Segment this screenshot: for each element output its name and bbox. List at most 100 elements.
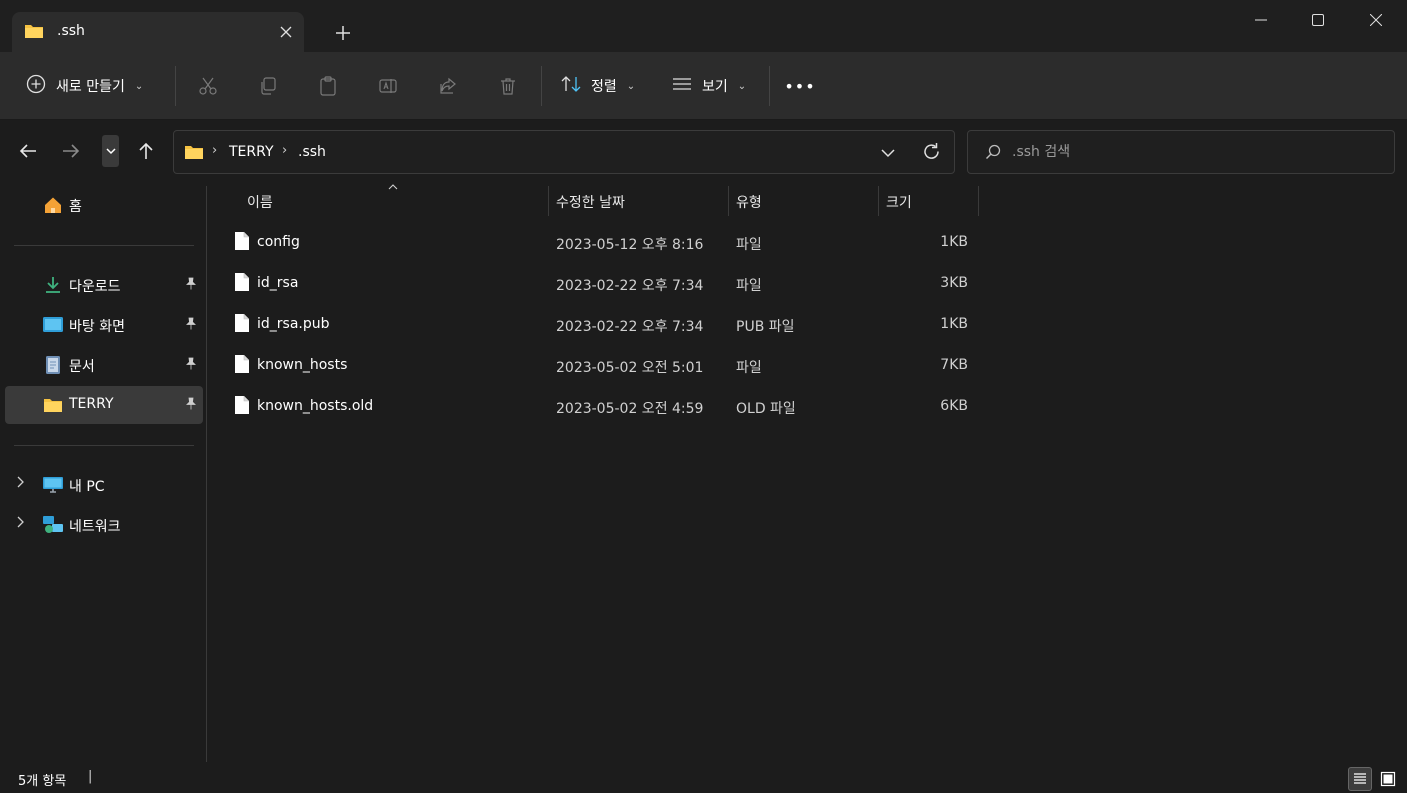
divider [14, 445, 194, 446]
copy-icon[interactable] [250, 70, 286, 102]
back-arrow-icon[interactable] [13, 136, 43, 166]
breadcrumb-chevron-icon[interactable]: › [212, 143, 217, 158]
file-icon [234, 354, 250, 378]
view-button[interactable]: 보기 ⌄ [666, 70, 752, 102]
divider [541, 66, 542, 106]
address-dropdown-icon[interactable] [881, 146, 895, 162]
column-divider[interactable] [878, 186, 879, 216]
details-view-button[interactable] [1348, 767, 1372, 791]
plus-circle-icon [26, 74, 46, 98]
rename-icon[interactable] [370, 70, 406, 102]
close-icon[interactable] [274, 20, 298, 44]
new-tab-button[interactable] [330, 20, 356, 46]
file-type: 파일 [736, 360, 762, 376]
view-label: 보기 [702, 79, 728, 95]
sidebar-item-label: 내 PC [69, 479, 105, 495]
divider [14, 245, 194, 246]
file-row[interactable]: known_hosts.old 2023-05-02 오전 4:59 OLD 파… [216, 387, 986, 428]
tab-title: .ssh [57, 23, 85, 39]
chevron-right-icon[interactable] [17, 476, 25, 491]
chevron-right-icon[interactable] [17, 516, 25, 531]
column-divider[interactable] [978, 186, 979, 216]
search-box[interactable] [967, 130, 1395, 174]
file-date: 2023-02-22 오후 7:34 [556, 319, 704, 335]
item-count: 5개 항목 [18, 774, 67, 789]
file-date: 2023-05-12 오후 8:16 [556, 237, 704, 253]
file-type: PUB 파일 [736, 319, 795, 335]
breadcrumb-chevron-icon[interactable]: › [282, 143, 287, 158]
share-icon[interactable] [430, 70, 466, 102]
minimize-button[interactable] [1241, 6, 1281, 34]
delete-icon[interactable] [490, 70, 526, 102]
network-icon [43, 516, 63, 534]
column-header-type[interactable]: 유형 [736, 192, 762, 226]
sidebar-item-terry[interactable]: TERRY [5, 386, 203, 424]
column-header-size[interactable]: 크기 [886, 192, 912, 226]
column-header-date[interactable]: 수정한 날짜 [556, 192, 625, 226]
file-row[interactable]: config 2023-05-12 오후 8:16 파일 1KB [216, 223, 986, 264]
file-row[interactable]: id_rsa.pub 2023-02-22 오후 7:34 PUB 파일 1KB [216, 305, 986, 346]
file-size: 1KB [940, 234, 968, 250]
large-icons-view-button[interactable] [1376, 767, 1400, 791]
desktop-icon [43, 316, 63, 334]
sidebar-item-this-pc[interactable]: 내 PC [5, 466, 203, 504]
up-arrow-icon[interactable] [131, 136, 161, 166]
document-icon [43, 356, 63, 374]
pin-icon[interactable] [185, 277, 197, 293]
file-type: 파일 [736, 237, 762, 253]
pin-icon[interactable] [185, 357, 197, 373]
cut-icon[interactable] [190, 70, 226, 102]
sort-button[interactable]: 정렬 ⌄ [555, 70, 641, 102]
search-input[interactable] [1012, 131, 1382, 173]
file-size: 7KB [940, 357, 968, 373]
maximize-button[interactable] [1298, 6, 1338, 34]
sidebar-item-downloads[interactable]: 다운로드 [5, 266, 203, 304]
home-icon [43, 196, 63, 214]
address-row: › TERRY › .ssh [0, 120, 1407, 184]
navigation-pane: 홈 다운로드 바탕 화면 문서 TERRY 내 PC 네트워크 [0, 184, 206, 764]
folder-icon [24, 23, 44, 43]
file-row[interactable]: known_hosts 2023-05-02 오전 5:01 파일 7KB [216, 346, 986, 387]
close-window-button[interactable] [1356, 6, 1396, 34]
status-separator: | [88, 769, 93, 784]
folder-icon [43, 396, 63, 414]
sidebar-item-home[interactable]: 홈 [5, 186, 203, 224]
address-bar[interactable]: › TERRY › .ssh [173, 130, 955, 174]
column-header-name[interactable]: 이름 [247, 192, 273, 226]
pin-icon[interactable] [185, 397, 197, 413]
breadcrumb-ssh[interactable]: .ssh [298, 144, 326, 160]
pin-icon[interactable] [185, 317, 197, 333]
forward-arrow-icon[interactable] [56, 136, 86, 166]
breadcrumb-terry[interactable]: TERRY [229, 144, 274, 160]
file-name: known_hosts.old [257, 398, 374, 414]
more-options-icon[interactable]: ••• [782, 70, 818, 102]
chevron-down-icon: ⌄ [134, 80, 144, 92]
column-divider[interactable] [728, 186, 729, 216]
file-row[interactable]: id_rsa 2023-02-22 오후 7:34 파일 3KB [216, 264, 986, 305]
sidebar-item-desktop[interactable]: 바탕 화면 [5, 306, 203, 344]
sidebar-item-label: 홈 [69, 199, 82, 215]
new-button[interactable]: 새로 만들기 ⌄ [18, 68, 151, 104]
sidebar-item-label: 문서 [69, 359, 95, 375]
column-divider[interactable] [548, 186, 549, 216]
file-icon [234, 395, 250, 419]
sidebar-item-network[interactable]: 네트워크 [5, 506, 203, 544]
refresh-icon[interactable] [922, 142, 941, 165]
sort-icon [561, 75, 581, 97]
file-name: known_hosts [257, 357, 348, 373]
recent-locations-button[interactable] [102, 135, 119, 167]
sidebar-item-label: 다운로드 [69, 279, 121, 295]
chevron-down-icon: ⌄ [626, 80, 636, 92]
file-size: 6KB [940, 398, 968, 414]
tab-ssh[interactable]: .ssh [12, 12, 304, 52]
pane-splitter[interactable] [206, 186, 207, 762]
file-name: id_rsa [257, 275, 299, 291]
paste-icon[interactable] [310, 70, 346, 102]
sidebar-item-documents[interactable]: 문서 [5, 346, 203, 384]
file-date: 2023-05-02 오전 5:01 [556, 360, 704, 376]
sidebar-item-label: 바탕 화면 [69, 319, 125, 335]
divider [769, 66, 770, 106]
sort-label: 정렬 [591, 79, 617, 95]
file-size: 3KB [940, 275, 968, 291]
sidebar-item-label: TERRY [69, 396, 114, 412]
